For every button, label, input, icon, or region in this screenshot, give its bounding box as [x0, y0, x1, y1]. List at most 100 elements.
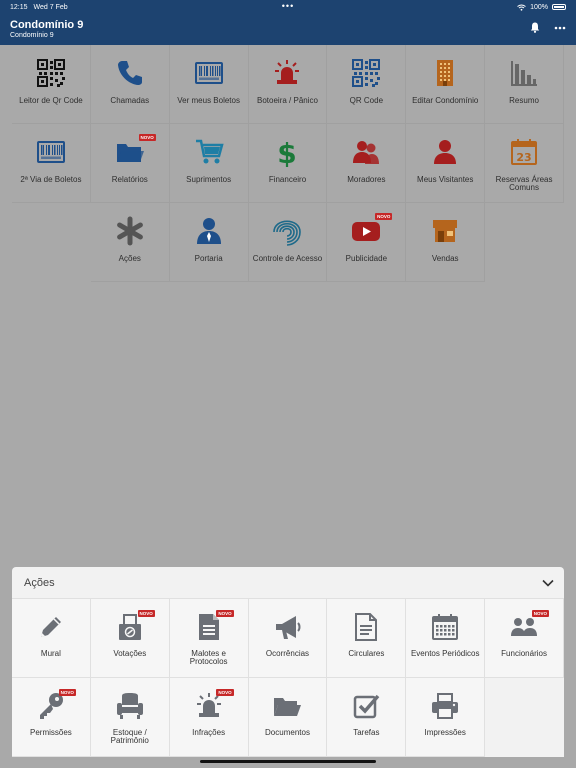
- fingerprint-icon: [271, 215, 303, 247]
- menu-item-acoes[interactable]: Ações: [90, 203, 170, 282]
- menu-item-label: 2ª Via de Boletos: [20, 175, 82, 184]
- battery-icon: [552, 4, 566, 10]
- pencil-icon: [36, 612, 66, 642]
- menu-grid: Leitor de Qr Code Chamadas Ver meus Boleto…: [12, 45, 564, 282]
- youtube-icon: NOVO: [350, 213, 393, 247]
- menu-item-label: Controle de Acesso: [252, 254, 323, 263]
- action-item-circulares[interactable]: Circulares: [327, 599, 407, 678]
- checkbox-icon: [351, 691, 381, 721]
- action-item-label: Infrações: [192, 728, 226, 737]
- sheet-header[interactable]: Ações: [12, 567, 564, 599]
- menu-item-label: Chamadas: [110, 96, 150, 105]
- qr-code-icon: [350, 57, 382, 89]
- menu-item-label: Reservas Áreas Comuns: [495, 175, 553, 192]
- menu-item-moradores[interactable]: Moradores: [327, 124, 407, 203]
- menu-item-label: QR Code: [349, 96, 384, 105]
- action-item-impressoes[interactable]: Impressões: [406, 678, 486, 757]
- printer-icon: [430, 691, 460, 721]
- phone-icon: [114, 57, 146, 89]
- svg-text:$: $: [278, 137, 297, 167]
- new-badge: NOVO: [138, 134, 156, 141]
- menu-item-publicidade[interactable]: NOVO Publicidade: [327, 203, 407, 282]
- siren-icon: [271, 57, 303, 89]
- menu-item-controle-de-acesso[interactable]: Controle de Acesso: [248, 203, 328, 282]
- menu-item-label: Botoeira / Pânico: [257, 96, 318, 105]
- menu-item-resumo[interactable]: Resumo: [485, 45, 564, 124]
- status-date: Wed 7 Feb: [33, 3, 68, 11]
- document-icon: NOVO: [194, 610, 234, 642]
- menu-item-relatorios[interactable]: NOVO Relatórios: [90, 124, 170, 203]
- menu-item-ver-meus-boletos[interactable]: Ver meus Boletos: [169, 45, 249, 124]
- action-item-tarefas[interactable]: Tarefas: [327, 678, 407, 757]
- menu-item-label: Financeiro: [268, 175, 307, 184]
- action-item-label: Ocorrências: [265, 649, 310, 658]
- action-item-label: Tarefas: [353, 728, 380, 737]
- action-item-label: Circulares: [348, 649, 385, 658]
- menu-item-label: Editar Condomínio: [412, 96, 479, 105]
- action-item-label: Malotes e Protocolos: [189, 649, 228, 666]
- menu-item-label: Resumo: [509, 96, 539, 105]
- new-badge: NOVO: [531, 610, 550, 617]
- home-indicator[interactable]: [200, 760, 376, 763]
- action-item-mural[interactable]: Mural: [12, 599, 91, 678]
- barcode-icon: [193, 57, 225, 89]
- new-badge: NOVO: [216, 689, 234, 696]
- menu-item-chamadas[interactable]: Chamadas: [90, 45, 170, 124]
- new-badge: NOVO: [375, 213, 393, 220]
- action-item-ocorrencias[interactable]: Ocorrências: [248, 599, 328, 678]
- guard-icon: [193, 215, 225, 247]
- menu-item-editar-condominio[interactable]: Editar Condomínio: [406, 45, 486, 124]
- menu-item-label: Moradores: [347, 175, 386, 184]
- menu-item-meus-visitantes[interactable]: Meus Visitantes: [406, 124, 486, 203]
- armchair-icon: [115, 691, 145, 721]
- menu-item-label: Meus Visitantes: [417, 175, 474, 184]
- menu-item-reservas-areas-comuns[interactable]: 23 Reservas Áreas Comuns: [485, 124, 564, 203]
- battery-percent: 100%: [530, 3, 548, 11]
- status-bar: 12:15 Wed 7 Feb ••• 100%: [0, 0, 576, 14]
- menu-item-2-via-de-boletos[interactable]: 2ª Via de Boletos: [12, 124, 91, 203]
- action-item-label: Funcionários: [501, 649, 547, 658]
- action-item-permissoes[interactable]: NOVO Permissões: [12, 678, 91, 757]
- more-options-icon[interactable]: [554, 26, 566, 30]
- status-time: 12:15: [10, 3, 28, 11]
- menu-item-botoeira-panico[interactable]: Botoeira / Pânico: [248, 45, 328, 124]
- menu-item-qr-code[interactable]: QR Code: [327, 45, 407, 124]
- action-item-documentos[interactable]: Documentos: [248, 678, 328, 757]
- calendar-grid-icon: [430, 612, 460, 642]
- megaphone-icon: [272, 612, 302, 642]
- action-item-votacoes[interactable]: NOVO Votações: [90, 599, 170, 678]
- store-icon: [429, 215, 461, 247]
- action-item-estoque-patrimonio[interactable]: Estoque / Patrimônio: [90, 678, 170, 757]
- menu-item-label: Portaria: [194, 254, 223, 263]
- svg-text:23: 23: [516, 151, 531, 164]
- menu-item-leitor-de-qr-code[interactable]: Leitor de Qr Code: [12, 45, 91, 124]
- action-item-infracoes[interactable]: NOVO Infrações: [169, 678, 249, 757]
- key-icon: NOVO: [36, 689, 76, 721]
- wifi-icon: [517, 4, 526, 11]
- menu-item-label: Suprimentos: [186, 175, 232, 184]
- actions-sheet: Ações Mural NOVO Votações NOVO Malotes e Pro…: [12, 567, 564, 757]
- action-item-label: Votações: [113, 649, 147, 658]
- action-item-label: Estoque / Patrimônio: [110, 728, 149, 745]
- sheet-grid: Mural NOVO Votações NOVO Malotes e Protocolo…: [12, 599, 564, 757]
- menu-item-label: Ver meus Boletos: [177, 96, 240, 105]
- page-subtitle: Condomínio 9: [10, 32, 54, 39]
- person-icon: [429, 136, 461, 168]
- action-item-eventos-periodicos[interactable]: Eventos Periódicos: [406, 599, 486, 678]
- new-badge: NOVO: [58, 689, 76, 696]
- menu-item-portaria[interactable]: Portaria: [169, 203, 249, 282]
- ballot-icon: NOVO: [115, 610, 155, 642]
- menu-item-financeiro[interactable]: $ Financeiro: [248, 124, 328, 203]
- action-item-malotes-e-protocolos[interactable]: NOVO Malotes e Protocolos: [169, 599, 249, 678]
- page-title: Condomínio 9: [10, 19, 84, 31]
- action-item-funcionarios[interactable]: NOVO Funcionários: [485, 599, 564, 678]
- menu-item-label: Publicidade: [345, 254, 388, 263]
- menu-item-label: Ações: [118, 254, 141, 263]
- alarm-icon: NOVO: [194, 689, 234, 721]
- people-icon: [350, 136, 382, 168]
- chevron-down-icon[interactable]: [542, 579, 554, 587]
- menu-item-suprimentos[interactable]: Suprimentos: [169, 124, 249, 203]
- bell-icon[interactable]: [530, 22, 540, 33]
- menu-item-vendas[interactable]: Vendas: [406, 203, 486, 282]
- file-icon: [351, 612, 381, 642]
